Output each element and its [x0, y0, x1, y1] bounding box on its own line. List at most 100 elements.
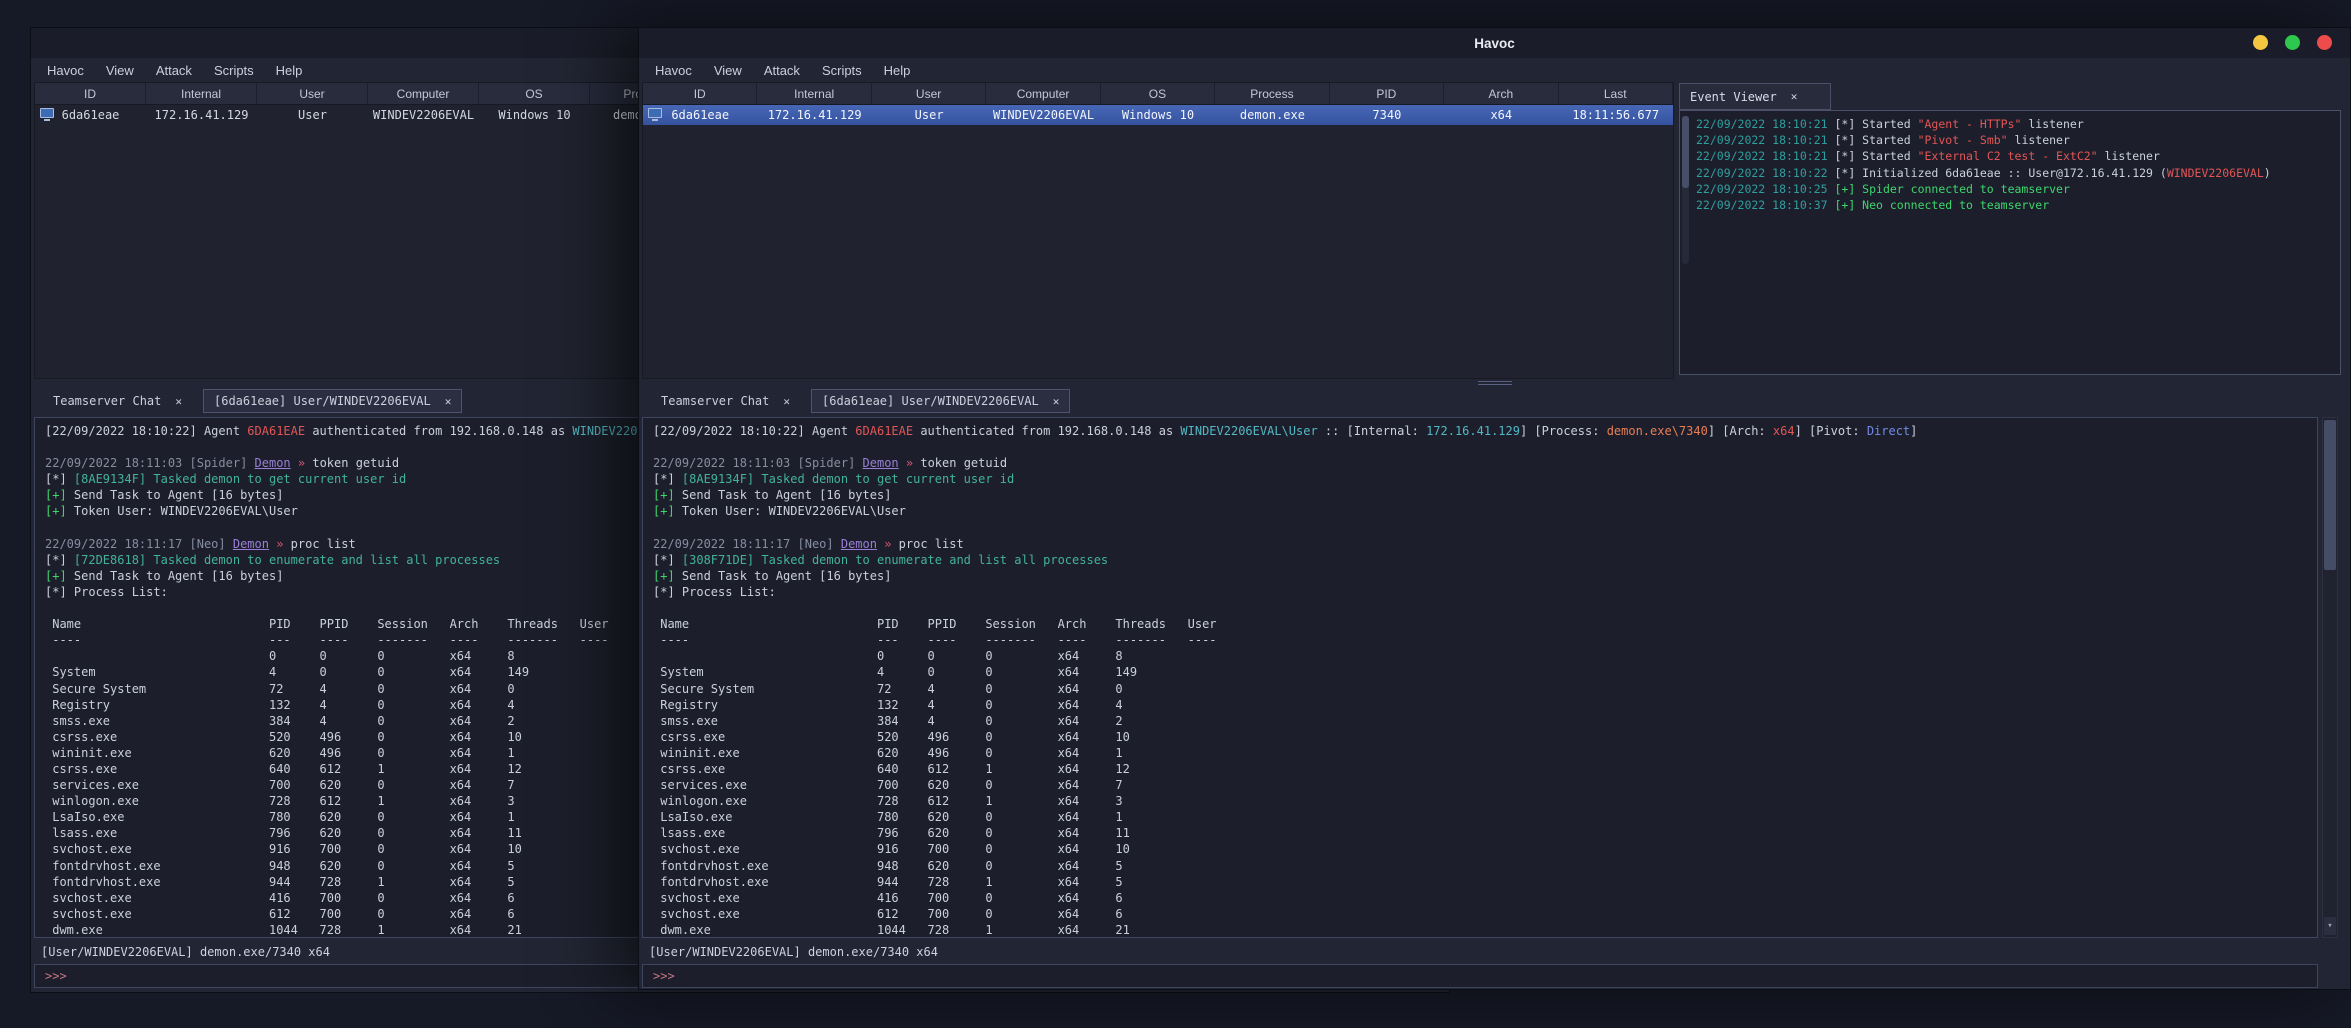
- event-log[interactable]: 22/09/2022 18:10:21 [*] Started "Agent -…: [1679, 110, 2341, 375]
- event-scrollbar[interactable]: [1682, 116, 1689, 264]
- process-list-line: dwm.exe 1044 728 1 x64 21: [653, 922, 1188, 937]
- minimize-button[interactable]: [2253, 35, 2268, 50]
- console-tabs: Teamserver Chat ✕ [6da61eae] User/WINDEV22…: [642, 386, 2347, 416]
- session-cell: 7340: [1372, 108, 1402, 122]
- session-cell: demon.exe: [1239, 108, 1305, 122]
- session-cell: 6da61eae: [643, 105, 757, 125]
- column-header-id[interactable]: ID: [35, 83, 146, 104]
- session-cell: Windows 10: [498, 108, 571, 122]
- agent-statusbar: [User/WINDEV2206EVAL] demon.exe/7340 x64: [642, 940, 938, 964]
- column-header-pid[interactable]: PID: [1330, 83, 1445, 104]
- process-list-line: System 4 0 0 x64 149: [653, 665, 1188, 680]
- column-header-user[interactable]: User: [872, 83, 987, 104]
- close-icon[interactable]: ✕: [1053, 395, 1060, 408]
- process-list-line: svchost.exe 916 700 0 x64 10: [653, 842, 1188, 857]
- console-line: [+] Token User: WINDEV2206EVAL\User: [653, 504, 906, 519]
- menu-item-attack[interactable]: Attack: [145, 60, 203, 81]
- tab-label: [6da61eae] User/WINDEV2206EVAL: [214, 394, 431, 408]
- console-line: 22/09/2022 18:10:21 [*] Started "Pivot -…: [1696, 133, 2070, 148]
- session-cell: WINDEV2206EVAL: [992, 108, 1095, 122]
- menu-item-view[interactable]: View: [703, 60, 753, 81]
- console-tab[interactable]: Teamserver Chat ✕: [42, 389, 193, 413]
- console-line: [+] Send Task to Agent [16 bytes]: [653, 568, 892, 583]
- status-text: [User/WINDEV2206EVAL] demon.exe/7340 x64: [41, 945, 330, 959]
- computer-icon: [40, 108, 54, 121]
- column-header-id[interactable]: ID: [643, 83, 758, 104]
- menu-item-help[interactable]: Help: [265, 60, 314, 81]
- console-line: 22/09/2022 18:10:25 [+] Spider connected…: [1696, 181, 2070, 196]
- menu-item-havoc[interactable]: Havoc: [644, 60, 703, 81]
- close-button[interactable]: [2317, 35, 2332, 50]
- menu-item-attack[interactable]: Attack: [753, 60, 811, 81]
- session-cell: x64: [1490, 108, 1513, 122]
- session-cell: 172.16.41.129: [154, 108, 249, 122]
- column-header-internal[interactable]: Internal: [146, 83, 257, 104]
- havoc-window[interactable]: Havoc Havoc View Attack Scripts Help ID Inter…: [638, 27, 2351, 990]
- close-icon[interactable]: ✕: [445, 395, 452, 408]
- console-line: [*] [8AE9134F] Tasked demon to get curre…: [653, 472, 1015, 487]
- menubar: Havoc View Attack Scripts Help: [639, 58, 2350, 82]
- process-list-line: Secure System 72 4 0 x64 0: [653, 681, 1188, 696]
- column-header-os[interactable]: OS: [1101, 83, 1216, 104]
- command-input[interactable]: >>>: [642, 964, 2318, 988]
- column-header-os[interactable]: OS: [479, 83, 590, 104]
- menu-item-havoc[interactable]: Havoc: [36, 60, 95, 81]
- zoom-button[interactable]: [2285, 35, 2300, 50]
- prompt-text: >>>: [653, 969, 675, 983]
- console-tab[interactable]: [6da61eae] User/WINDEV2206EVAL ✕: [203, 389, 463, 413]
- column-header-arch[interactable]: Arch: [1444, 83, 1559, 104]
- menu-item-view[interactable]: View: [95, 60, 145, 81]
- console-tab[interactable]: Teamserver Chat ✕: [650, 389, 801, 413]
- console-tab[interactable]: [6da61eae] User/WINDEV2206EVAL ✕: [811, 389, 1071, 413]
- menu-item-scripts[interactable]: Scripts: [811, 60, 873, 81]
- event-viewer: Event Viewer ✕ 22/09/2022 18:10:21 [*] S…: [1679, 83, 2341, 375]
- close-icon[interactable]: ✕: [783, 395, 790, 408]
- console-scrollbar[interactable]: ▾: [2322, 417, 2338, 938]
- process-list-line: csrss.exe 520 496 0 x64 10: [653, 729, 1188, 744]
- column-header-computer[interactable]: Computer: [368, 83, 479, 104]
- session-row[interactable]: 6da61eae 172.16.41.129 User WINDEV2206EVAL W…: [643, 105, 1673, 125]
- status-text: [User/WINDEV2206EVAL] demon.exe/7340 x64: [649, 945, 938, 959]
- console-line: 22/09/2022 18:10:21 [*] Started "Externa…: [1696, 149, 2160, 164]
- process-list-line: smss.exe 384 4 0 x64 2: [653, 713, 1188, 728]
- column-header-user[interactable]: User: [257, 83, 368, 104]
- console-line: [+] Send Task to Agent [16 bytes]: [653, 488, 892, 503]
- scrollbar-thumb[interactable]: [1682, 116, 1689, 188]
- pane-splitter[interactable]: [639, 379, 2350, 386]
- column-header-process[interactable]: Process: [1215, 83, 1330, 104]
- splitter-grip-icon: [1477, 380, 1512, 385]
- window-controls: [2253, 35, 2332, 50]
- column-header-internal[interactable]: Internal: [757, 83, 872, 104]
- process-list-line: services.exe 700 620 0 x64 7: [653, 778, 1188, 793]
- close-icon[interactable]: ✕: [1791, 90, 1798, 103]
- session-cell: WINDEV2206EVAL: [372, 108, 475, 122]
- process-list-line: svchost.exe 416 700 0 x64 6: [653, 890, 1188, 905]
- scrollbar-thumb[interactable]: [2324, 420, 2336, 570]
- session-cell: 6da61eae: [35, 105, 146, 125]
- column-header-computer[interactable]: Computer: [986, 83, 1101, 104]
- process-list-line: wininit.exe 620 496 0 x64 1: [653, 745, 1188, 760]
- process-list-line: winlogon.exe 728 612 1 x64 3: [653, 794, 1188, 809]
- column-header-last[interactable]: Last: [1559, 83, 1673, 104]
- computer-icon: [648, 108, 662, 121]
- menu-item-scripts[interactable]: Scripts: [203, 60, 265, 81]
- session-cell: User: [914, 108, 944, 122]
- scroll-bottom-button[interactable]: ▾: [2324, 917, 2336, 935]
- window-title: Havoc: [1474, 35, 1515, 51]
- session-table[interactable]: IDInternalUserComputerOSProcessPIDArchLa…: [642, 82, 1674, 379]
- menu-item-help[interactable]: Help: [873, 60, 922, 81]
- event-viewer-tab[interactable]: Event Viewer ✕: [1679, 83, 1831, 110]
- process-list-line: csrss.exe 640 612 1 x64 12: [653, 761, 1188, 776]
- agent-console[interactable]: [22/09/2022 18:10:22] Agent 6DA61EAE aut…: [642, 417, 2318, 938]
- close-icon[interactable]: ✕: [175, 395, 182, 408]
- session-cell: 172.16.41.129: [767, 108, 862, 122]
- process-list-line: LsaIso.exe 780 620 0 x64 1: [653, 810, 1188, 825]
- process-list-line: fontdrvhost.exe 948 620 0 x64 5: [653, 858, 1188, 873]
- console-line: [22/09/2022 18:10:22] Agent 6DA61EAE aut…: [653, 424, 1918, 438]
- titlebar[interactable]: Havoc: [639, 28, 2350, 58]
- prompt-text: >>>: [45, 969, 67, 983]
- session-cell: 18:11:56.677: [1572, 108, 1660, 122]
